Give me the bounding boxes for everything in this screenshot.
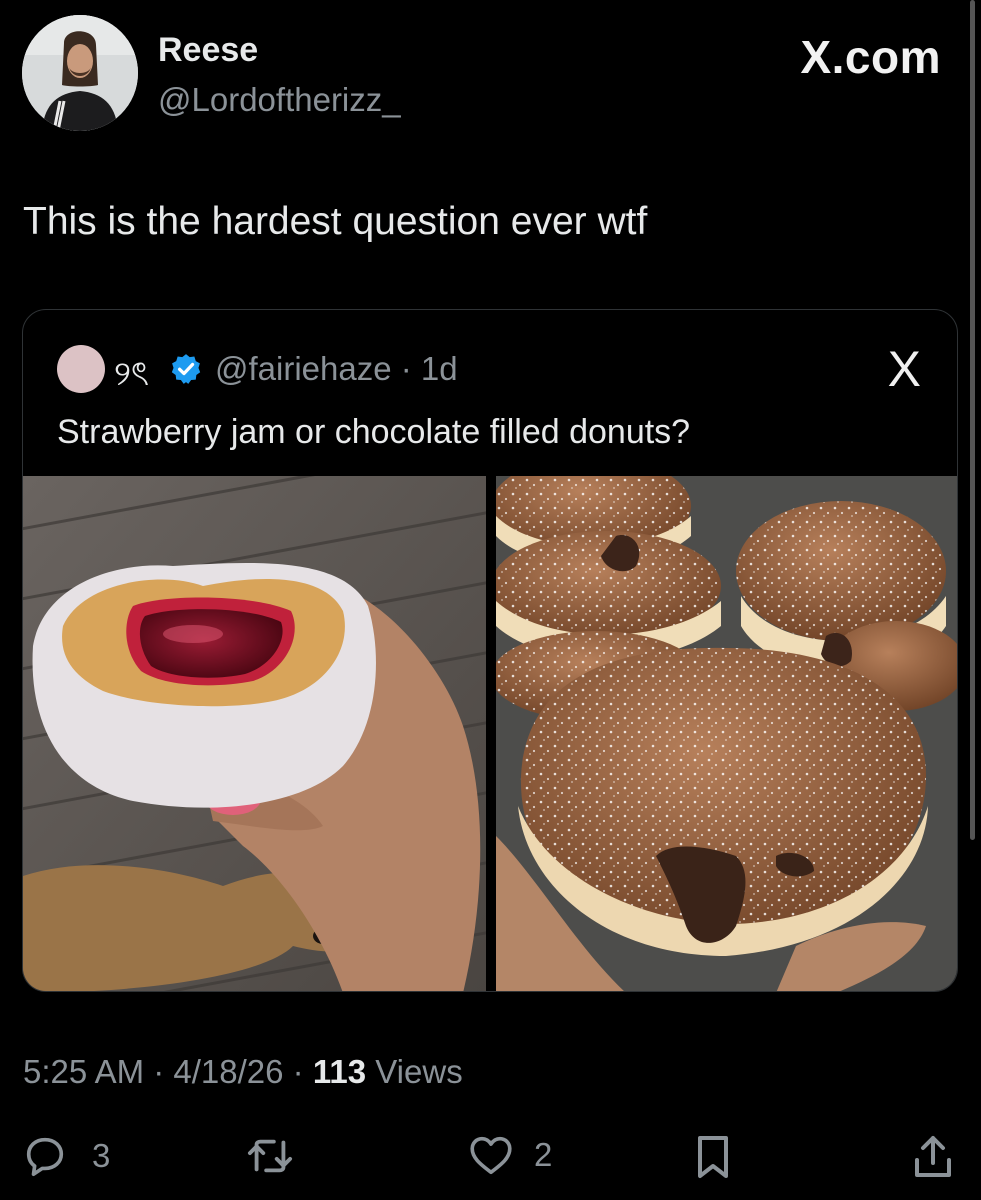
x-watermark: X.com — [800, 31, 941, 83]
quoted-tweet-text: Strawberry jam or chocolate filled donut… — [57, 413, 691, 451]
reply-count: 3 — [92, 1137, 111, 1174]
views-count: 113 — [312, 1053, 367, 1090]
views-label: Views — [366, 1053, 463, 1090]
bookmark-button[interactable] — [693, 1133, 733, 1181]
profile-photo — [22, 15, 138, 131]
chocolate-filled-donuts-photo[interactable] — [496, 476, 957, 991]
verified-badge-icon — [171, 354, 201, 384]
share-button[interactable] — [912, 1133, 954, 1181]
timestamp[interactable]: 5:25 AM · 4/18/26 · — [23, 1053, 313, 1090]
repost-icon — [247, 1139, 293, 1173]
avatar[interactable] — [22, 15, 138, 131]
username-handle[interactable]: @Lordoftherizz_ — [158, 81, 401, 119]
repost-button[interactable] — [245, 1133, 295, 1179]
scrollbar[interactable] — [970, 0, 975, 840]
heart-icon — [470, 1136, 512, 1175]
quoted-handle-time[interactable]: @fairiehaze · 1d — [215, 350, 458, 388]
quoted-display-name[interactable]: ୨ৎ — [114, 348, 149, 405]
strawberry-jam-donut-photo[interactable] — [23, 476, 486, 991]
like-count: 2 — [534, 1136, 553, 1173]
display-name[interactable]: Reese — [158, 31, 258, 70]
quoted-tweet-card[interactable]: ୨ৎ @fairiehaze · 1d X Strawberry jam or … — [22, 309, 958, 992]
share-icon — [915, 1136, 951, 1177]
tweet-text: This is the hardest question ever wtf — [23, 200, 648, 243]
like-button[interactable]: 2 — [468, 1133, 552, 1177]
reply-icon — [26, 1137, 64, 1177]
tweet-meta: 5:25 AM · 4/18/26 · 113 Views — [23, 1053, 463, 1091]
reply-button[interactable]: 3 — [22, 1133, 110, 1179]
bookmark-icon — [698, 1136, 728, 1178]
x-logo: X — [887, 341, 921, 397]
quoted-avatar[interactable] — [57, 345, 105, 393]
